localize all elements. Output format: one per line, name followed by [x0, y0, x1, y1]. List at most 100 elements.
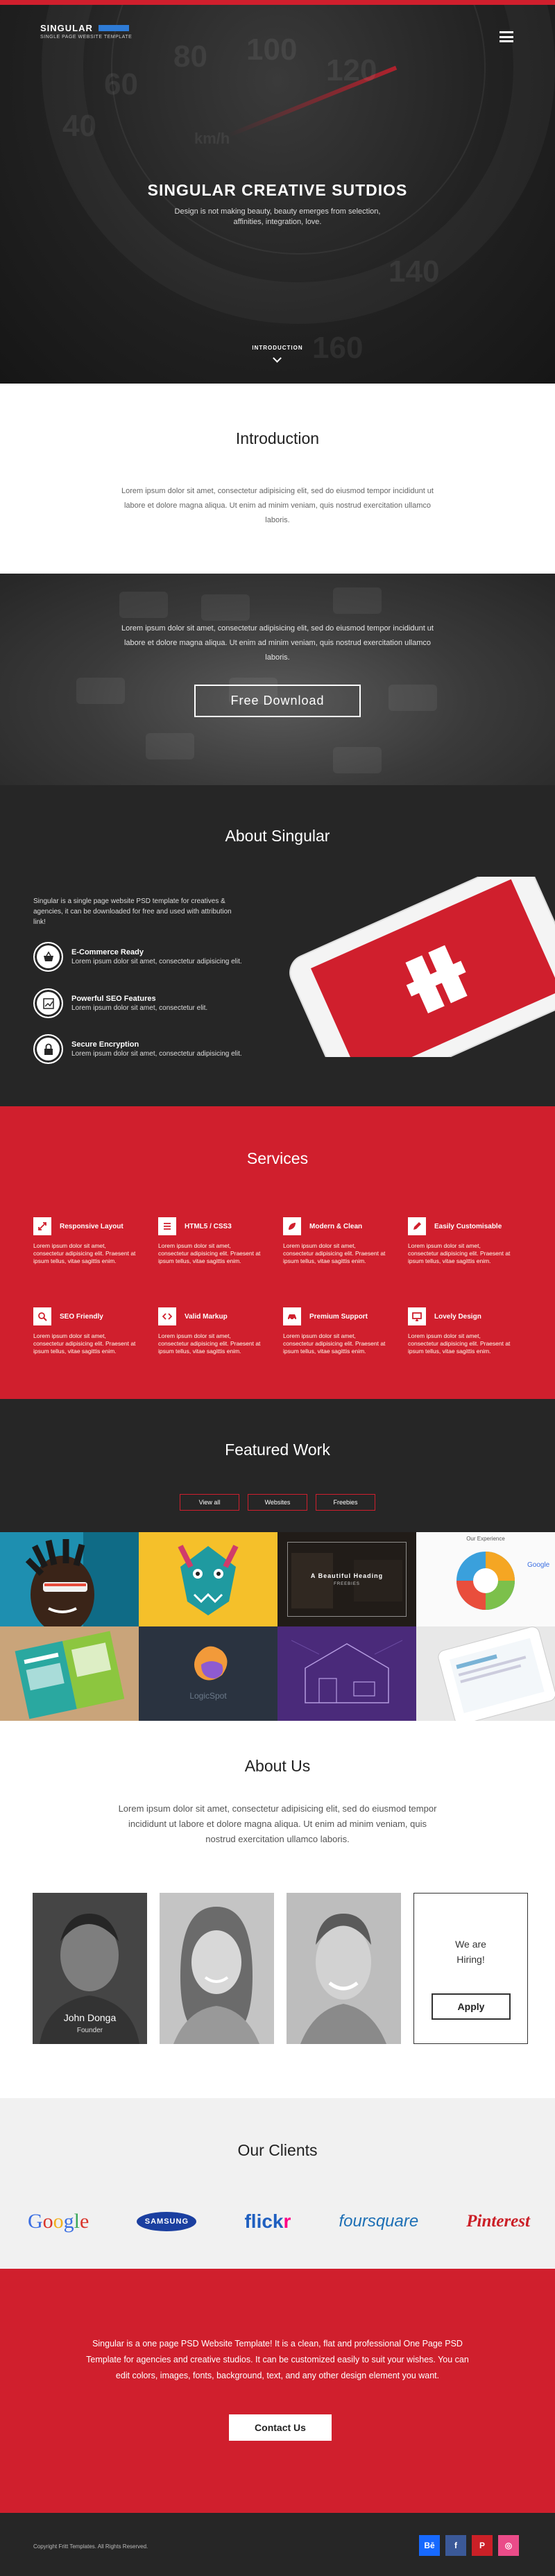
dribbble-icon[interactable]: ◎ — [498, 2535, 519, 2556]
hiring-card: We are Hiring! Apply — [413, 1893, 528, 2044]
about-us-section: About Us Lorem ipsum dolor sit amet, con… — [0, 1721, 555, 2098]
download-section: Lorem ipsum dolor sit amet, consectetur … — [0, 574, 555, 785]
overlay-title: A Beautiful Heading — [310, 1572, 384, 1579]
service-desc: Lorem ipsum dolor sit amet, consectetur … — [408, 1332, 511, 1355]
samsung-logo[interactable]: SAMSUNG — [137, 2212, 197, 2231]
portfolio-item[interactable] — [278, 1626, 416, 1721]
chevron-down-icon[interactable] — [273, 354, 282, 363]
pencil-icon — [408, 1217, 426, 1235]
footer: Copyright Fritt Templates. All Rights Re… — [0, 2513, 555, 2576]
search-icon — [33, 1307, 51, 1325]
client-logos: Google SAMSUNG flickr foursquare Pintere… — [0, 2210, 555, 2233]
team-row: John Donga Founder We are Hiring! Apply — [33, 1893, 528, 2044]
hiring-line1: We are — [455, 1939, 486, 1950]
chart-icon — [33, 988, 63, 1018]
section-title: Services — [246, 1149, 309, 1167]
pinterest-logo[interactable]: Pinterest — [466, 2212, 530, 2231]
gauge-number: 100 — [246, 33, 298, 67]
google-logo[interactable]: Google — [28, 2210, 89, 2233]
service-desc: Lorem ipsum dolor sit amet, consectetur … — [408, 1242, 511, 1264]
overlay-category: FREEBIES — [334, 1582, 360, 1586]
dragon-mask-image — [139, 1532, 278, 1626]
background-tile — [146, 733, 194, 759]
service-desc: Lorem ipsum dolor sit amet, consectetur … — [158, 1242, 261, 1264]
service-title: Modern & Clean — [309, 1222, 363, 1230]
hiring-line2: Hiring! — [456, 1954, 485, 1965]
feature-title: E-Commerce Ready — [71, 948, 144, 956]
monitor-icon — [408, 1307, 426, 1325]
background-tile — [388, 685, 437, 711]
section-title: About Singular — [225, 827, 330, 845]
behance-icon[interactable]: Bē — [419, 2535, 440, 2556]
feature-title: Secure Encryption — [71, 1040, 139, 1049]
portfolio-item[interactable] — [139, 1532, 278, 1626]
google-label: Google — [527, 1561, 550, 1569]
member-name: John Donga — [63, 2012, 117, 2023]
free-download-button[interactable]: Free Download — [194, 685, 361, 717]
portfolio-item[interactable] — [0, 1626, 139, 1721]
service-title: Valid Markup — [185, 1312, 228, 1321]
service-desc: Lorem ipsum dolor sit amet, consectetur … — [33, 1332, 136, 1355]
site-logo[interactable]: SINGULAR SINGLE PAGE WEBSITE TEMPLATE — [40, 23, 132, 40]
cta-text: Singular is a one page PSD Website Templ… — [86, 2339, 469, 2380]
logo-bar — [98, 25, 129, 31]
background-tile — [333, 747, 382, 773]
car-icon — [283, 1307, 301, 1325]
foursquare-logo[interactable]: foursquare — [339, 2212, 418, 2231]
member-role: Founder — [76, 2027, 103, 2034]
feature-item: E-Commerce Ready Lorem ipsum dolor sit am… — [33, 942, 242, 972]
filter-websites[interactable]: Websites — [248, 1494, 307, 1511]
logicspot-logo-image: LogicSpot — [139, 1626, 278, 1721]
page: 40 60 80 100 120 140 160 km/h SINGULAR S… — [0, 0, 555, 2576]
apply-button[interactable]: Apply — [432, 1993, 511, 2020]
gauge-number: 120 — [326, 53, 377, 87]
gauge-number: 60 — [104, 67, 138, 101]
team-member-card[interactable] — [287, 1893, 401, 2044]
flickr-logo[interactable]: flickr — [244, 2210, 291, 2233]
services-section: Services Responsive Layout Lorem ipsum d… — [0, 1106, 555, 1399]
portfolio-overlay[interactable]: A Beautiful Heading FREEBIES — [287, 1542, 407, 1617]
team-member-photo — [287, 1893, 401, 2044]
feature-item: Powerful SEO Features Lorem ipsum dolor s… — [33, 988, 207, 1018]
portfolio-item[interactable] — [416, 1626, 555, 1721]
featured-work-section: Featured Work View all Websites Freebies — [0, 1399, 555, 1532]
team-member-photo — [160, 1893, 274, 2044]
service-item: Premium Support Lorem ipsum dolor sit am… — [283, 1307, 387, 1355]
scroll-introduction-link[interactable]: INTRODUCTION — [0, 345, 555, 351]
intro-text: Lorem ipsum dolor sit amet, consectetur … — [121, 487, 434, 524]
team-member-card[interactable] — [160, 1893, 274, 2044]
portfolio-item[interactable]: LogicSpot — [139, 1626, 278, 1721]
basket-icon — [33, 942, 63, 972]
pinterest-icon[interactable]: P — [472, 2535, 493, 2556]
portfolio-item[interactable]: Our Experience Google — [416, 1532, 555, 1626]
facebook-icon[interactable]: f — [445, 2535, 466, 2556]
team-member-card[interactable]: John Donga Founder — [33, 1893, 147, 2044]
portfolio-grid: A Beautiful Heading FREEBIES Our Experie… — [0, 1532, 555, 1721]
feature-title: Powerful SEO Features — [71, 995, 156, 1003]
tablet-app-image — [416, 1626, 555, 1721]
contact-us-button[interactable]: Contact Us — [229, 2414, 332, 2441]
experience-label: Our Experience — [466, 1536, 505, 1542]
service-item: Modern & Clean Lorem ipsum dolor sit ame… — [283, 1217, 387, 1265]
logicspot-label: LogicSpot — [189, 1691, 227, 1701]
feature-desc: Lorem ipsum dolor sit amet, consectetur … — [71, 1050, 242, 1058]
feature-desc: Lorem ipsum dolor sit amet, consectetur … — [71, 1004, 208, 1012]
portfolio-item-hovered[interactable]: A Beautiful Heading FREEBIES — [278, 1532, 416, 1626]
filter-freebies[interactable]: Freebies — [316, 1494, 375, 1511]
feature-item: Secure Encryption Lorem ipsum dolor sit a… — [33, 1034, 242, 1064]
hamburger-menu-icon[interactable] — [500, 31, 513, 42]
list-icon — [158, 1217, 176, 1235]
service-item: Responsive Layout Lorem ipsum dolor sit … — [33, 1217, 137, 1265]
download-text: Lorem ipsum dolor sit amet, consectetur … — [121, 624, 434, 662]
service-title: Responsive Layout — [60, 1222, 123, 1230]
service-item: Lovely Design Lorem ipsum dolor sit amet… — [408, 1307, 512, 1355]
clients-section: Our Clients Google SAMSUNG flickr foursq… — [0, 2098, 555, 2269]
brochure-image — [0, 1626, 139, 1721]
filter-view-all[interactable]: View all — [180, 1494, 239, 1511]
portfolio-item[interactable] — [0, 1532, 139, 1626]
service-title: Premium Support — [309, 1312, 368, 1321]
service-desc: Lorem ipsum dolor sit amet, consectetur … — [283, 1332, 386, 1355]
about-lead-text: Singular is a single page website PSD te… — [33, 898, 232, 926]
leaf-icon — [283, 1217, 301, 1235]
feature-desc: Lorem ipsum dolor sit amet, consectetur … — [71, 958, 242, 965]
